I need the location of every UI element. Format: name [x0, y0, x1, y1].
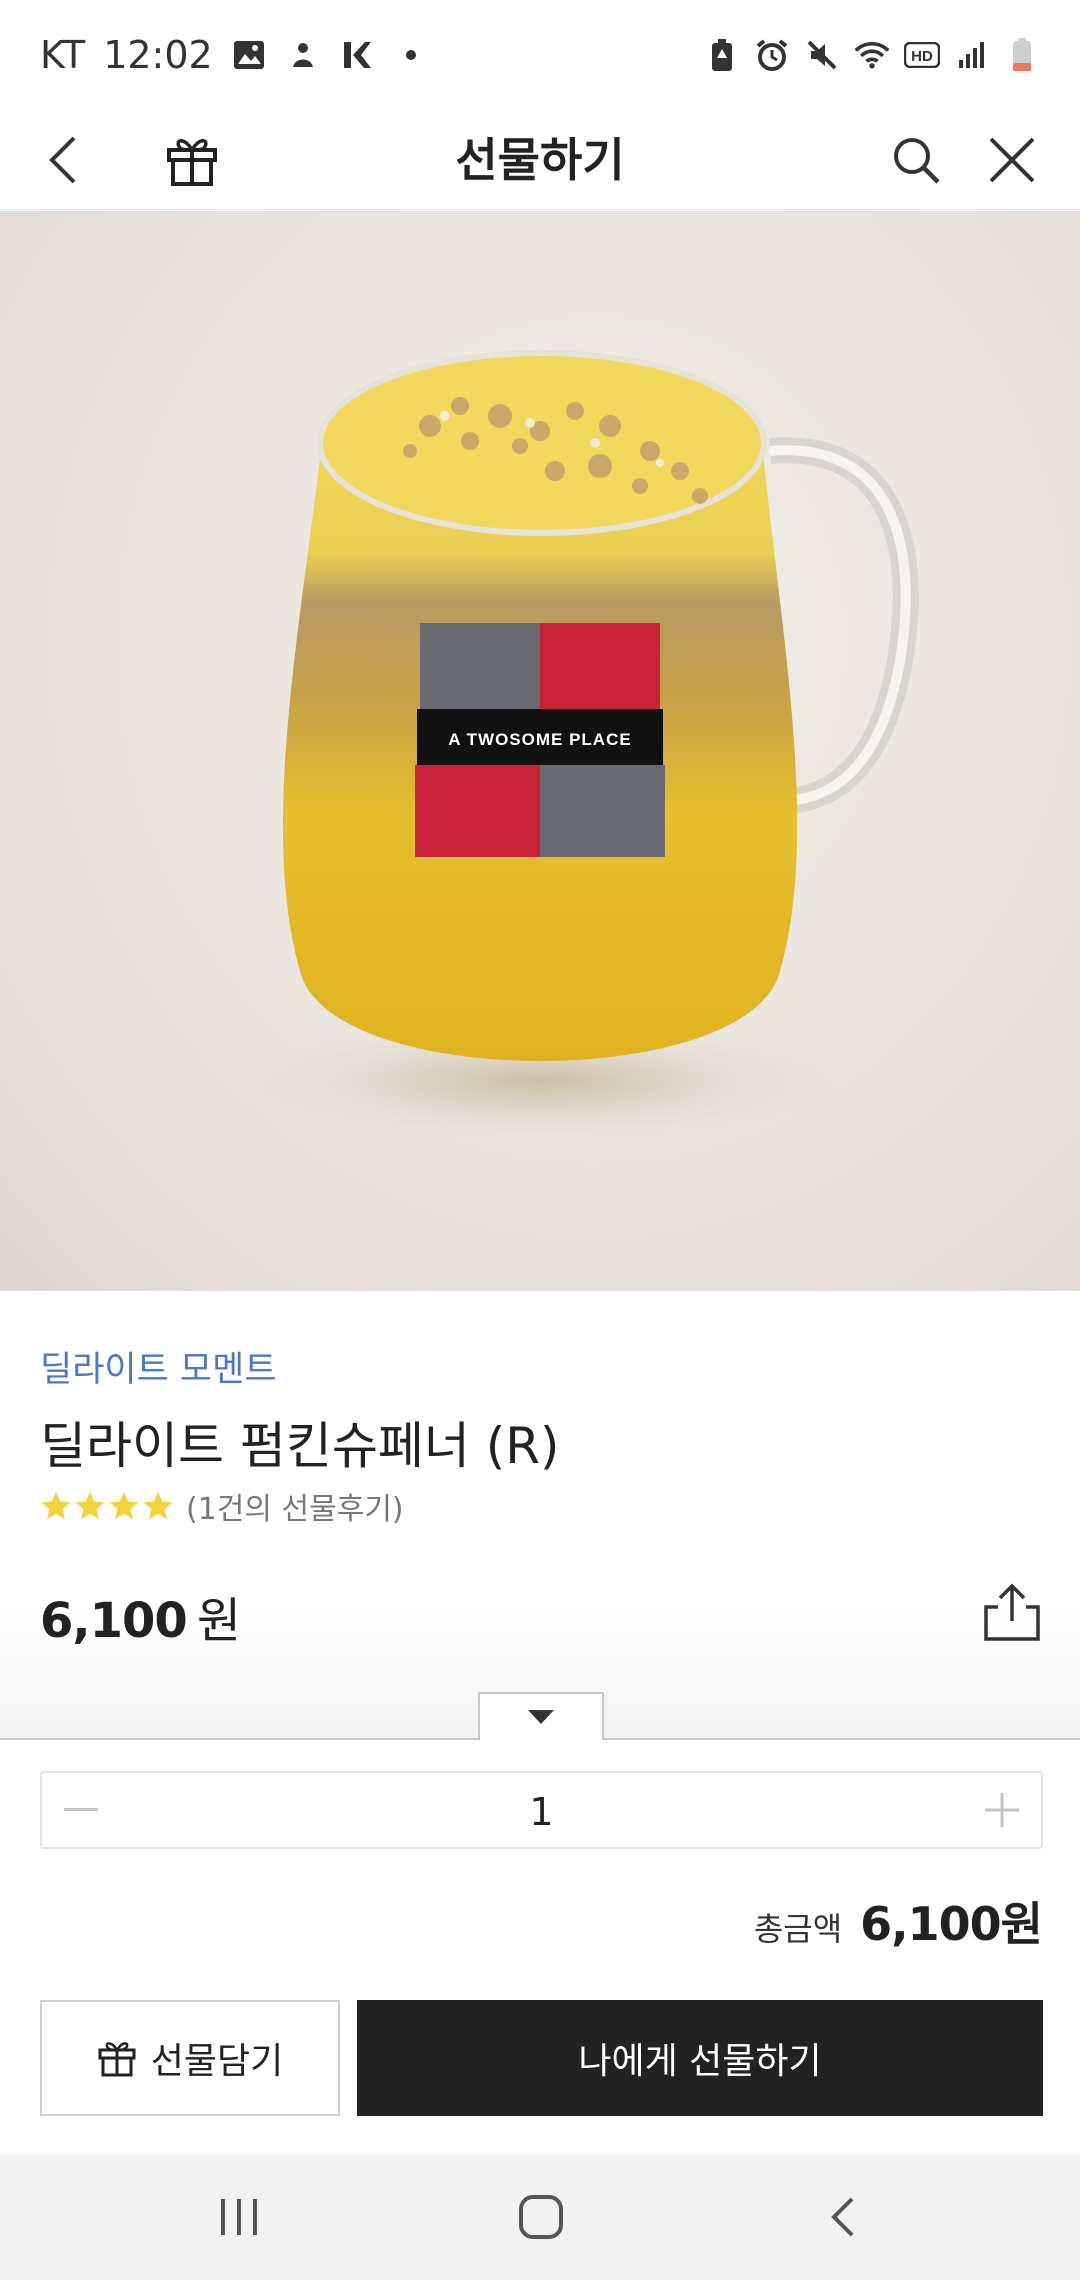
- clock: 12:02: [103, 33, 213, 77]
- gift-to-me-button[interactable]: 나에게 선물하기: [357, 2000, 1043, 2116]
- alarm-icon: [754, 37, 790, 73]
- star-icon: [109, 1492, 139, 1520]
- mute-icon: [804, 37, 840, 73]
- plus-icon: [985, 1793, 1019, 1827]
- system-back-icon: [831, 2197, 854, 2237]
- price-unit: 원: [196, 1593, 241, 1649]
- share-button[interactable]: [980, 1581, 1044, 1645]
- add-to-gift-cart-button[interactable]: 선물담기: [40, 2000, 340, 2116]
- rating[interactable]: (1건의 선물후기): [40, 1484, 404, 1528]
- quantity-stepper: 1: [40, 1771, 1043, 1849]
- add-to-gift-cart-label: 선물담기: [150, 2041, 284, 2082]
- wifi-icon: [854, 37, 890, 73]
- brand-link[interactable]: 딜라이트 모멘트: [40, 1341, 277, 1392]
- review-count: (1건의 선물후기): [186, 1492, 404, 1527]
- svg-text:HD: HD: [911, 48, 933, 65]
- status-left: KT 12:02: [40, 33, 429, 77]
- share-icon: [984, 1583, 1040, 1641]
- quantity-value[interactable]: 1: [42, 1773, 1041, 1847]
- gift-icon: [98, 2042, 136, 2077]
- search-icon: [894, 138, 940, 184]
- star-icon: [41, 1492, 71, 1520]
- chevron-down-icon: [528, 1710, 554, 1724]
- recent-apps-button[interactable]: [204, 2184, 274, 2250]
- star-icon: [75, 1492, 105, 1520]
- cup-logo-text: A TWOSOME PLACE: [448, 730, 631, 749]
- more-notifications-dot-icon: [393, 37, 429, 73]
- product-info: 딜라이트 모멘트 딜라이트 펌킨슈페너 (R) (1건의 선물후기) 6,100…: [0, 1291, 1080, 1738]
- system-nav-bar: [0, 2154, 1080, 2280]
- app-notification-icon: [285, 37, 321, 73]
- app-header: 선물하기: [0, 110, 1080, 210]
- status-bar: KT 12:02 HD: [0, 0, 1080, 110]
- battery-saver-icon: [704, 37, 740, 73]
- recent-apps-icon: [221, 2199, 257, 2235]
- product-name: 딜라이트 펌킨슈페너 (R): [40, 1417, 560, 1475]
- options-toggle-button[interactable]: [478, 1692, 604, 1740]
- search-button[interactable]: [884, 128, 948, 192]
- kakao-icon: [339, 37, 375, 73]
- status-right: HD: [704, 37, 1040, 73]
- product-image: A TWOSOME PLACE: [0, 211, 1080, 1291]
- total-amount: 총금액 6,100원: [753, 1888, 1043, 1954]
- increase-button[interactable]: [963, 1773, 1041, 1847]
- carrier-label: KT: [40, 33, 86, 77]
- signal-icon: [954, 37, 990, 73]
- home-icon: [519, 2195, 563, 2239]
- star-icon: [143, 1492, 173, 1520]
- hd-voice-icon: HD: [904, 37, 940, 73]
- home-button[interactable]: [506, 2184, 576, 2250]
- price: 6,100 원: [40, 1581, 241, 1651]
- battery-low-icon: [1004, 37, 1040, 73]
- drink-illustration: A TWOSOME PLACE: [240, 350, 919, 1141]
- system-back-button[interactable]: [808, 2184, 878, 2250]
- price-value: 6,100: [40, 1593, 188, 1649]
- gallery-icon: [231, 37, 267, 73]
- total-label: 총금액: [753, 1910, 843, 1948]
- gift-to-me-label: 나에게 선물하기: [578, 2041, 822, 2082]
- close-button[interactable]: [980, 128, 1044, 192]
- close-icon: [989, 137, 1035, 183]
- total-value: 6,100원: [860, 1897, 1043, 1951]
